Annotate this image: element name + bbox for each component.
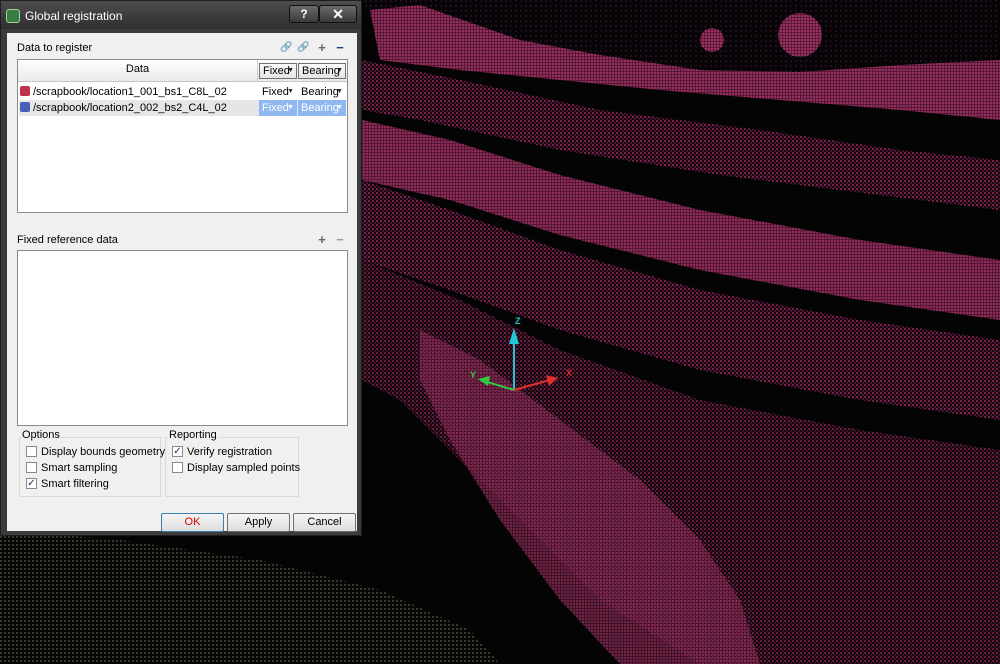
row-name: /scrapbook/location1_001_bs1_C8L_02 (33, 86, 227, 98)
row-fixed-value: Fixed (262, 86, 289, 98)
display-sampled-points-checkbox[interactable]: Display sampled points (172, 461, 300, 475)
header-fixed-combo[interactable]: Fixed ▼ (259, 63, 297, 79)
chevron-down-icon: ▼ (287, 88, 294, 95)
axis-x-label: X (566, 368, 572, 378)
checkbox-box (172, 461, 183, 473)
chevron-down-icon: ▼ (287, 104, 294, 111)
cancel-button[interactable]: Cancel (293, 513, 356, 532)
point-cloud-icon (20, 102, 30, 112)
fixed-reference-list[interactable] (17, 250, 348, 426)
apply-button[interactable]: Apply (227, 513, 290, 532)
row-name: /scrapbook/location2_002_bs2_C4L_02 (33, 102, 227, 114)
checkbox-label: Verify registration (187, 446, 272, 458)
checkbox-box (26, 445, 37, 457)
close-button[interactable]: ✕ (319, 5, 357, 23)
global-registration-dialog: Global registration ? ✕ Data to register… (0, 0, 362, 536)
options-title: Options (21, 429, 61, 441)
smart-sampling-checkbox[interactable]: Smart sampling (26, 461, 117, 475)
row-bearing-value: Bearing (301, 86, 339, 98)
chevron-down-icon: ▼ (287, 67, 294, 74)
fixed-reference-label: Fixed reference data (17, 234, 118, 246)
unlink-icon[interactable]: 🔗 (297, 42, 309, 54)
remove-data-icon[interactable]: − (334, 41, 346, 54)
row-bearing-combo[interactable]: Bearing ▼ (298, 84, 346, 100)
checkbox-label: Smart sampling (41, 462, 118, 474)
row-fixed-combo[interactable]: Fixed ▼ (259, 100, 297, 116)
dialog-titlebar[interactable]: Global registration ? ✕ (1, 1, 361, 29)
row-bearing-combo[interactable]: Bearing ▼ (298, 100, 346, 116)
data-to-register-table: Data Fixed ▼ Bearing ▼ /scrapbook/locati… (17, 59, 348, 213)
checkmark-icon: ✓ (172, 445, 183, 457)
header-fixed-label: Fixed (263, 65, 290, 77)
checkbox-label: Smart filtering (41, 478, 109, 490)
axis-y-label: Y (470, 370, 476, 380)
dialog-title: Global registration (25, 9, 123, 23)
column-header-data[interactable]: Data (18, 60, 258, 82)
axis-z-label: Z (515, 316, 521, 326)
reporting-title: Reporting (168, 429, 218, 441)
link-icon[interactable]: 🔗 (280, 42, 292, 54)
header-bearing-label: Bearing (302, 65, 340, 77)
checkbox-box (26, 461, 37, 473)
chevron-down-icon: ▼ (336, 88, 343, 95)
dialog-body: Data to register 🔗 🔗 + − Data Fixed ▼ Be… (7, 33, 357, 532)
row-bearing-value: Bearing (301, 102, 339, 114)
checkbox-label: Display bounds geometry (41, 446, 166, 458)
table-row[interactable]: /scrapbook/location1_001_bs1_C8L_02 Fixe… (19, 84, 346, 100)
row-fixed-value: Fixed (262, 102, 289, 114)
remove-reference-icon[interactable]: − (334, 233, 346, 246)
checkmark-icon: ✓ (26, 477, 37, 489)
display-bounds-checkbox[interactable]: Display bounds geometry (26, 445, 165, 459)
ok-button[interactable]: OK (161, 513, 224, 532)
row-fixed-combo[interactable]: Fixed ▼ (259, 84, 297, 100)
verify-registration-checkbox[interactable]: ✓ Verify registration (172, 445, 272, 459)
header-bearing-combo[interactable]: Bearing ▼ (298, 63, 346, 79)
chevron-down-icon: ▼ (336, 67, 343, 74)
checkbox-label: Display sampled points (187, 462, 301, 474)
chevron-down-icon: ▼ (336, 104, 343, 111)
point-cloud-icon (20, 86, 30, 96)
data-to-register-label: Data to register (17, 42, 93, 54)
add-data-icon[interactable]: + (316, 41, 328, 54)
table-row[interactable]: /scrapbook/location2_002_bs2_C4L_02 Fixe… (19, 100, 346, 116)
add-reference-icon[interactable]: + (316, 233, 328, 246)
smart-filtering-checkbox[interactable]: ✓ Smart filtering (26, 477, 109, 491)
app-logo-icon (6, 9, 20, 23)
column-header-options: Fixed ▼ Bearing ▼ (258, 60, 347, 82)
help-button[interactable]: ? (289, 5, 319, 23)
